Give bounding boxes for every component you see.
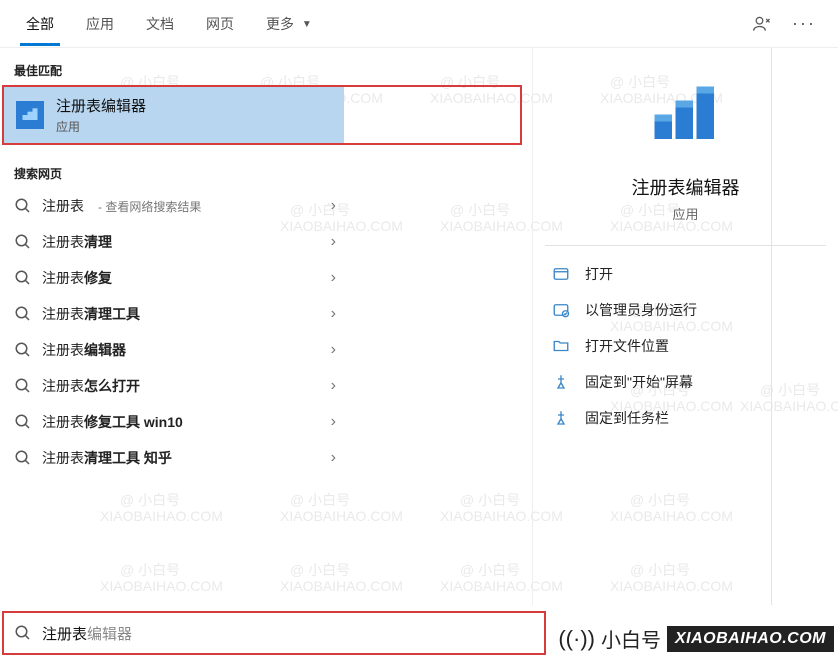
best-match-highlight: 注册表编辑器 应用 <box>2 85 522 145</box>
search-text: 注册表编辑器 <box>42 623 132 644</box>
brand-footer: ((·)) 小白号 XIAOBAIHAO.COM <box>558 624 834 653</box>
preview-subtitle: 应用 <box>672 204 698 223</box>
search-web-header: 搜索网页 <box>0 157 350 188</box>
chevron-down-icon: ▼ <box>302 19 312 30</box>
web-result-item[interactable]: 注册表编辑器› <box>0 332 350 368</box>
web-results-list: 注册表 - 查看网络搜索结果›注册表清理›注册表修复›注册表清理工具›注册表编辑… <box>0 188 350 476</box>
brand-name: 小白号 <box>601 624 661 653</box>
chevron-right-icon: › <box>331 377 336 395</box>
more-options-icon[interactable]: ··· <box>790 10 818 38</box>
web-result-item[interactable]: 注册表清理工具 知乎› <box>0 440 350 476</box>
chevron-right-icon: › <box>331 197 336 215</box>
search-category-tabs: 全部 应用 文档 网页 更多 ▼ ··· <box>0 0 838 48</box>
pin-taskbar-icon <box>551 408 571 428</box>
best-match-title: 注册表编辑器 <box>56 95 146 116</box>
chevron-right-icon: › <box>331 305 336 323</box>
web-result-item[interactable]: 注册表清理工具› <box>0 296 350 332</box>
brand-waves-icon: ((·)) <box>558 626 595 652</box>
action-label: 打开 <box>585 264 613 284</box>
preview-action[interactable]: 以管理员身份运行 <box>545 292 826 328</box>
chevron-right-icon: › <box>331 413 336 431</box>
open-icon <box>551 264 571 284</box>
pin-start-icon <box>551 372 571 392</box>
action-label: 以管理员身份运行 <box>585 300 697 320</box>
divider <box>545 245 826 246</box>
chevron-right-icon: › <box>331 269 336 287</box>
preview-title: 注册表编辑器 <box>632 174 740 200</box>
tab-apps[interactable]: 应用 <box>70 2 130 46</box>
feedback-icon[interactable] <box>748 10 776 38</box>
preview-pane: 注册表编辑器 应用 打开以管理员身份运行打开文件位置固定到"开始"屏幕固定到任务… <box>532 48 838 605</box>
action-label: 打开文件位置 <box>585 336 669 356</box>
tab-documents[interactable]: 文档 <box>130 2 190 46</box>
run-admin-icon <box>551 300 571 320</box>
tab-all[interactable]: 全部 <box>10 2 70 46</box>
web-result-item[interactable]: 注册表修复工具 win10› <box>0 404 350 440</box>
open-location-icon <box>551 336 571 356</box>
web-result-item[interactable]: 注册表 - 查看网络搜索结果› <box>0 188 350 224</box>
web-result-item[interactable]: 注册表怎么打开› <box>0 368 350 404</box>
tab-web[interactable]: 网页 <box>190 2 250 46</box>
web-result-item[interactable]: 注册表修复› <box>0 260 350 296</box>
search-icon <box>14 624 32 642</box>
chevron-right-icon: › <box>331 233 336 251</box>
search-input-box[interactable]: 注册表编辑器 <box>2 611 546 655</box>
tab-more[interactable]: 更多 ▼ <box>250 2 328 46</box>
preview-action[interactable]: 固定到"开始"屏幕 <box>545 364 826 400</box>
results-column: 最佳匹配 注册表编辑器 应用 搜索网页 注册表 - 查看网络搜索结果›注册表清理… <box>0 48 350 605</box>
preview-action[interactable]: 打开文件位置 <box>545 328 826 364</box>
regedit-icon <box>16 101 44 129</box>
chevron-right-icon: › <box>331 341 336 359</box>
preview-app-icon <box>644 76 728 160</box>
web-result-item[interactable]: 注册表清理› <box>0 224 350 260</box>
preview-action[interactable]: 固定到任务栏 <box>545 400 826 436</box>
best-match-header: 最佳匹配 <box>0 54 350 85</box>
action-label: 固定到"开始"屏幕 <box>585 372 693 392</box>
best-match-subtitle: 应用 <box>56 118 146 135</box>
brand-url: XIAOBAIHAO.COM <box>667 626 834 652</box>
action-label: 固定到任务栏 <box>585 408 669 428</box>
best-match-result[interactable]: 注册表编辑器 应用 <box>4 87 344 143</box>
chevron-right-icon: › <box>331 449 336 467</box>
preview-actions: 打开以管理员身份运行打开文件位置固定到"开始"屏幕固定到任务栏 <box>545 256 826 436</box>
preview-action[interactable]: 打开 <box>545 256 826 292</box>
